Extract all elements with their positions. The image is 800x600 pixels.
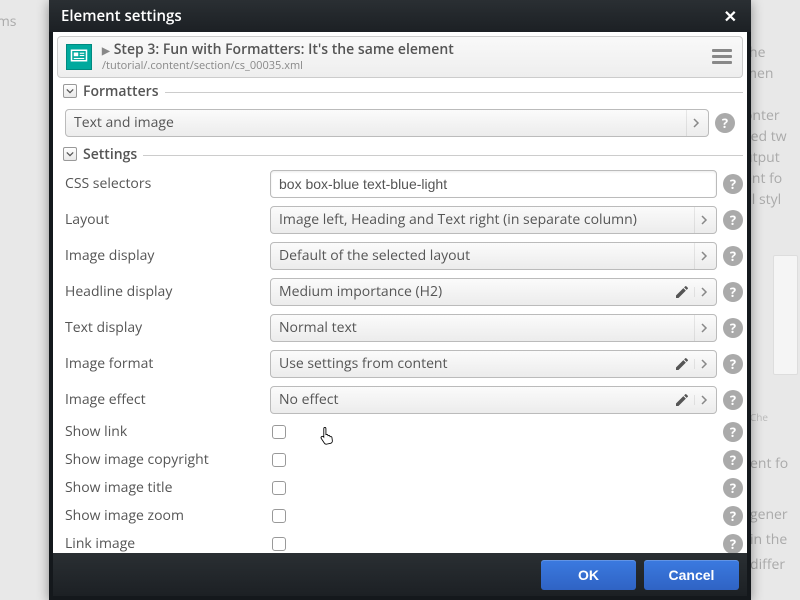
help-icon[interactable]: ? [723, 422, 743, 442]
image-format-select[interactable]: Use settings from content [270, 350, 717, 378]
field-label: Show link [65, 422, 270, 441]
field-label: Layout [65, 210, 270, 229]
field-label: Show image title [65, 478, 270, 497]
collapse-toggle[interactable] [63, 147, 77, 161]
show-copyright-checkbox[interactable] [272, 453, 286, 467]
help-icon[interactable]: ? [723, 210, 743, 230]
show-link-checkbox[interactable] [272, 425, 286, 439]
bg-panel [773, 255, 798, 375]
help-icon[interactable]: ? [723, 282, 743, 302]
chevron-right-icon [694, 207, 712, 233]
link-image-checkbox[interactable] [272, 537, 286, 551]
field-label: Image format [65, 354, 270, 373]
css-selectors-input[interactable] [270, 170, 717, 198]
chevron-right-icon [694, 395, 712, 405]
field-label: Link image [65, 534, 270, 553]
help-icon[interactable]: ? [723, 450, 743, 470]
pencil-icon [670, 284, 694, 300]
bg-text: Cms [0, 12, 16, 31]
image-display-select[interactable]: Default of the selected layout [270, 242, 717, 270]
close-icon[interactable]: ✕ [720, 5, 741, 27]
help-icon[interactable]: ? [723, 246, 743, 266]
element-settings-dialog: Element settings ✕ ▶Step 3: Fun with For… [49, 0, 751, 600]
field-label: Headline display [65, 282, 270, 301]
formatter-select[interactable]: Text and image [65, 109, 709, 137]
chevron-right-icon [694, 315, 712, 341]
field-label: Show image zoom [65, 506, 270, 525]
field-label: CSS selectors [65, 174, 270, 193]
collapse-toggle[interactable] [63, 84, 77, 98]
dialog-footer: OK Cancel [53, 553, 747, 596]
image-effect-select[interactable]: No effect [270, 386, 717, 414]
bg-text: Che ent fogenerin thediffer [750, 408, 800, 577]
dialog-titlebar: Element settings ✕ [49, 0, 751, 32]
fieldset-legend: Formatters [83, 82, 159, 101]
field-label: Show image copyright [65, 450, 270, 469]
help-icon[interactable]: ? [723, 318, 743, 338]
fieldset-legend: Settings [83, 145, 137, 164]
menu-icon[interactable] [710, 46, 734, 68]
cancel-button[interactable]: Cancel [644, 560, 739, 590]
pencil-icon [670, 356, 694, 372]
pencil-icon [670, 392, 694, 408]
breadcrumb: ▶Step 3: Fun with Formatters: It's the s… [102, 42, 700, 59]
chevron-right-icon [694, 243, 712, 269]
help-icon[interactable]: ? [723, 534, 743, 553]
layout-select[interactable]: Image left, Heading and Text right (in s… [270, 206, 717, 234]
show-zoom-checkbox[interactable] [272, 509, 286, 523]
resource-path: /tutorial/.content/section/cs_00035.xml [102, 59, 700, 72]
help-icon[interactable]: ? [723, 478, 743, 498]
bg-text: themen ontersed twutputent foal styl [744, 42, 800, 210]
formatters-fieldset: Formatters Text and image ? [57, 80, 743, 141]
chevron-right-icon [694, 287, 712, 297]
chevron-right-icon [686, 110, 704, 136]
help-icon[interactable]: ? [715, 113, 735, 133]
text-display-select[interactable]: Normal text [270, 314, 717, 342]
chevron-right-icon [694, 359, 712, 369]
resource-header: ▶Step 3: Fun with Formatters: It's the s… [57, 36, 743, 78]
field-label: Text display [65, 318, 270, 337]
field-label: Image display [65, 246, 270, 265]
show-title-checkbox[interactable] [272, 481, 286, 495]
help-icon[interactable]: ? [723, 354, 743, 374]
help-icon[interactable]: ? [723, 390, 743, 410]
ok-button[interactable]: OK [541, 560, 636, 590]
dialog-title: Element settings [61, 6, 182, 26]
content-type-icon [66, 44, 92, 70]
headline-display-select[interactable]: Medium importance (H2) [270, 278, 717, 306]
field-label: Image effect [65, 390, 270, 409]
help-icon[interactable]: ? [723, 506, 743, 526]
settings-fieldset: Settings CSS selectors ? Layout Image le… [57, 143, 743, 553]
help-icon[interactable]: ? [723, 174, 743, 194]
